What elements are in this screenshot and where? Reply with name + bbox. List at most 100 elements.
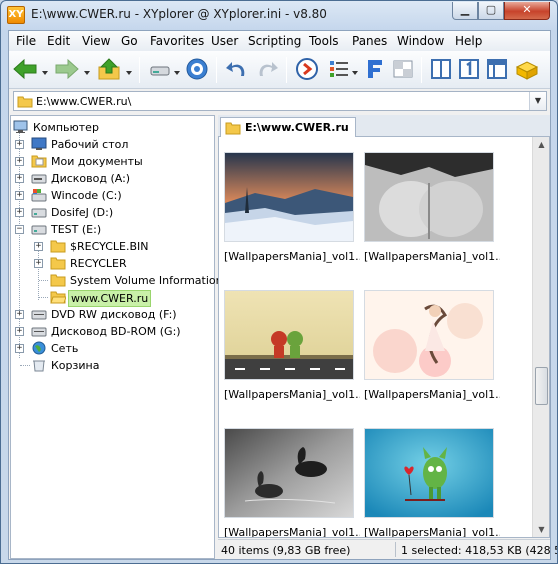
scroll-up-icon[interactable]: ▲ [534,137,549,153]
expand-icon[interactable]: + [15,191,24,200]
redo-button[interactable] [253,55,281,83]
list-view-icon [330,61,348,77]
tree-node-documents[interactable]: + Мои документы [13,153,213,170]
file-name[interactable]: [WallpapersMania]_vol1... [364,388,500,401]
bd-rom-drive-icon [31,327,47,337]
list-view-dropdown-icon[interactable] [351,67,359,75]
up-button[interactable] [95,55,123,83]
file-thumbnail[interactable] [364,428,494,518]
tree-label: Компьютер [33,121,99,134]
undo-button[interactable] [223,55,251,83]
scroll-down-icon[interactable]: ▼ [534,522,549,537]
find-files-button[interactable] [361,55,389,83]
tree-label: Сеть [51,342,79,355]
tree-node-drive-e[interactable]: − TEST (E:) [13,221,213,238]
back-button[interactable] [11,55,39,83]
file-thumbnail[interactable] [364,290,494,380]
menu-favorites[interactable]: Favorites [150,34,204,48]
tree-node-recycle-bin[interactable]: + $RECYCLE.BIN [13,238,213,255]
tree-node-computer[interactable]: Компьютер [13,119,213,136]
forward-dropdown-icon[interactable] [83,67,91,75]
drives-button[interactable] [147,55,175,83]
expand-icon[interactable]: + [34,259,43,268]
catalog-button[interactable] [513,55,541,83]
menu-help[interactable]: Help [455,34,482,48]
expand-icon[interactable]: + [15,140,24,149]
tree-label: DVD RW дисковод (F:) [51,308,177,321]
tree-label: DosifeJ (D:) [51,206,114,219]
tree-node-drive-d[interactable]: + DosifeJ (D:) [13,204,213,221]
tree-node-desktop[interactable]: + Рабочий стол [13,136,213,153]
toolbar-separator [216,57,217,83]
expand-icon[interactable]: + [15,157,24,166]
expand-icon[interactable]: + [15,310,24,319]
tree-label: Корзина [51,359,100,372]
target-button[interactable] [183,55,211,83]
panes-button[interactable] [427,55,455,83]
file-thumbnail[interactable] [224,152,354,242]
tree-node-recycler[interactable]: + RECYCLER [13,255,213,272]
tree-line [20,365,30,366]
tree-node-floppy[interactable]: + Дисковод (A:) [13,170,213,187]
collapse-icon[interactable]: − [15,225,24,234]
tree-node-system-volume[interactable]: System Volume Information [13,272,223,289]
address-bar[interactable]: E:\www.CWER.ru\ ▼ [13,91,547,111]
forward-button[interactable] [53,55,81,83]
tree-node-dvd[interactable]: + DVD RW дисковод (F:) [13,306,213,323]
file-thumbnail[interactable] [364,152,494,242]
scrollbar-thumb[interactable] [535,367,548,405]
minimize-button[interactable]: ▁ [452,2,478,20]
status-divider [395,542,396,557]
app-window: XY E:\www.CWER.ru - XYplorer @ XYplorer.… [0,0,558,564]
tab-current-folder[interactable]: E:\www.CWER.ru [220,117,356,138]
drives-dropdown-icon[interactable] [173,67,181,75]
tree-node-trash[interactable]: Корзина [13,357,213,374]
tree-node-bd-rom[interactable]: + Дисковод BD-ROM (G:) [13,323,213,340]
file-name[interactable]: [WallpapersMania]_vol1... [224,526,360,537]
expand-icon[interactable]: + [15,174,24,183]
menu-tools[interactable]: Tools [309,34,339,48]
window-title: E:\www.CWER.ru - XYplorer @ XYplorer.ini… [31,7,327,21]
maximize-button[interactable]: ▢ [478,2,504,20]
menu-user[interactable]: User [211,34,238,48]
thumbnail-image [225,153,353,241]
menu-scripting[interactable]: Scripting [248,34,301,48]
file-name[interactable]: [WallpapersMania]_vol1... [224,388,360,401]
file-name[interactable]: [WallpapersMania]_vol1... [364,250,500,263]
dual-pane-button[interactable] [389,55,417,83]
tree-node-drive-c[interactable]: + Wincode (C:) [13,187,213,204]
menu-file[interactable]: File [16,34,36,48]
vertical-scrollbar[interactable]: ▲ ▼ [532,137,549,537]
address-dropdown-button[interactable]: ▼ [529,92,546,110]
file-name[interactable]: [WallpapersMania]_vol1... [224,250,360,263]
menu-view[interactable]: View [82,34,110,48]
one-pane-button[interactable] [455,55,483,83]
layout-button[interactable] [483,55,511,83]
expand-icon[interactable]: + [15,344,24,353]
back-dropdown-icon[interactable] [41,67,49,75]
menu-go[interactable]: Go [121,34,138,48]
go-button[interactable] [293,55,321,83]
tree-node-network[interactable]: + Сеть [13,340,213,357]
thumbnail-image [225,429,353,517]
floppy-drive-icon [31,174,47,184]
target-icon [186,58,208,80]
file-pane: E:\www.CWER.ru [WallpapersMania]_vol1...… [218,115,557,559]
file-name[interactable]: [WallpapersMania]_vol1... [364,526,500,537]
close-button[interactable]: ✕ [504,2,550,20]
up-dropdown-icon[interactable] [125,67,133,75]
menu-edit[interactable]: Edit [47,34,70,48]
file-thumbnail[interactable] [224,428,354,518]
expand-icon[interactable]: + [15,327,24,336]
expand-icon[interactable]: + [15,208,24,217]
folder-icon [17,96,33,108]
file-thumbnail[interactable] [224,290,354,380]
expand-icon[interactable]: + [34,242,43,251]
address-input[interactable]: E:\www.CWER.ru\ [36,95,131,108]
tree-node-cwer[interactable]: www.CWER.ru [13,289,213,307]
menu-panes[interactable]: Panes [352,34,387,48]
list-view-button[interactable] [325,55,353,83]
tree-label: RECYCLER [70,257,127,270]
menu-window[interactable]: Window [397,34,444,48]
title-bar: XY E:\www.CWER.ru - XYplorer @ XYplorer.… [1,1,557,29]
